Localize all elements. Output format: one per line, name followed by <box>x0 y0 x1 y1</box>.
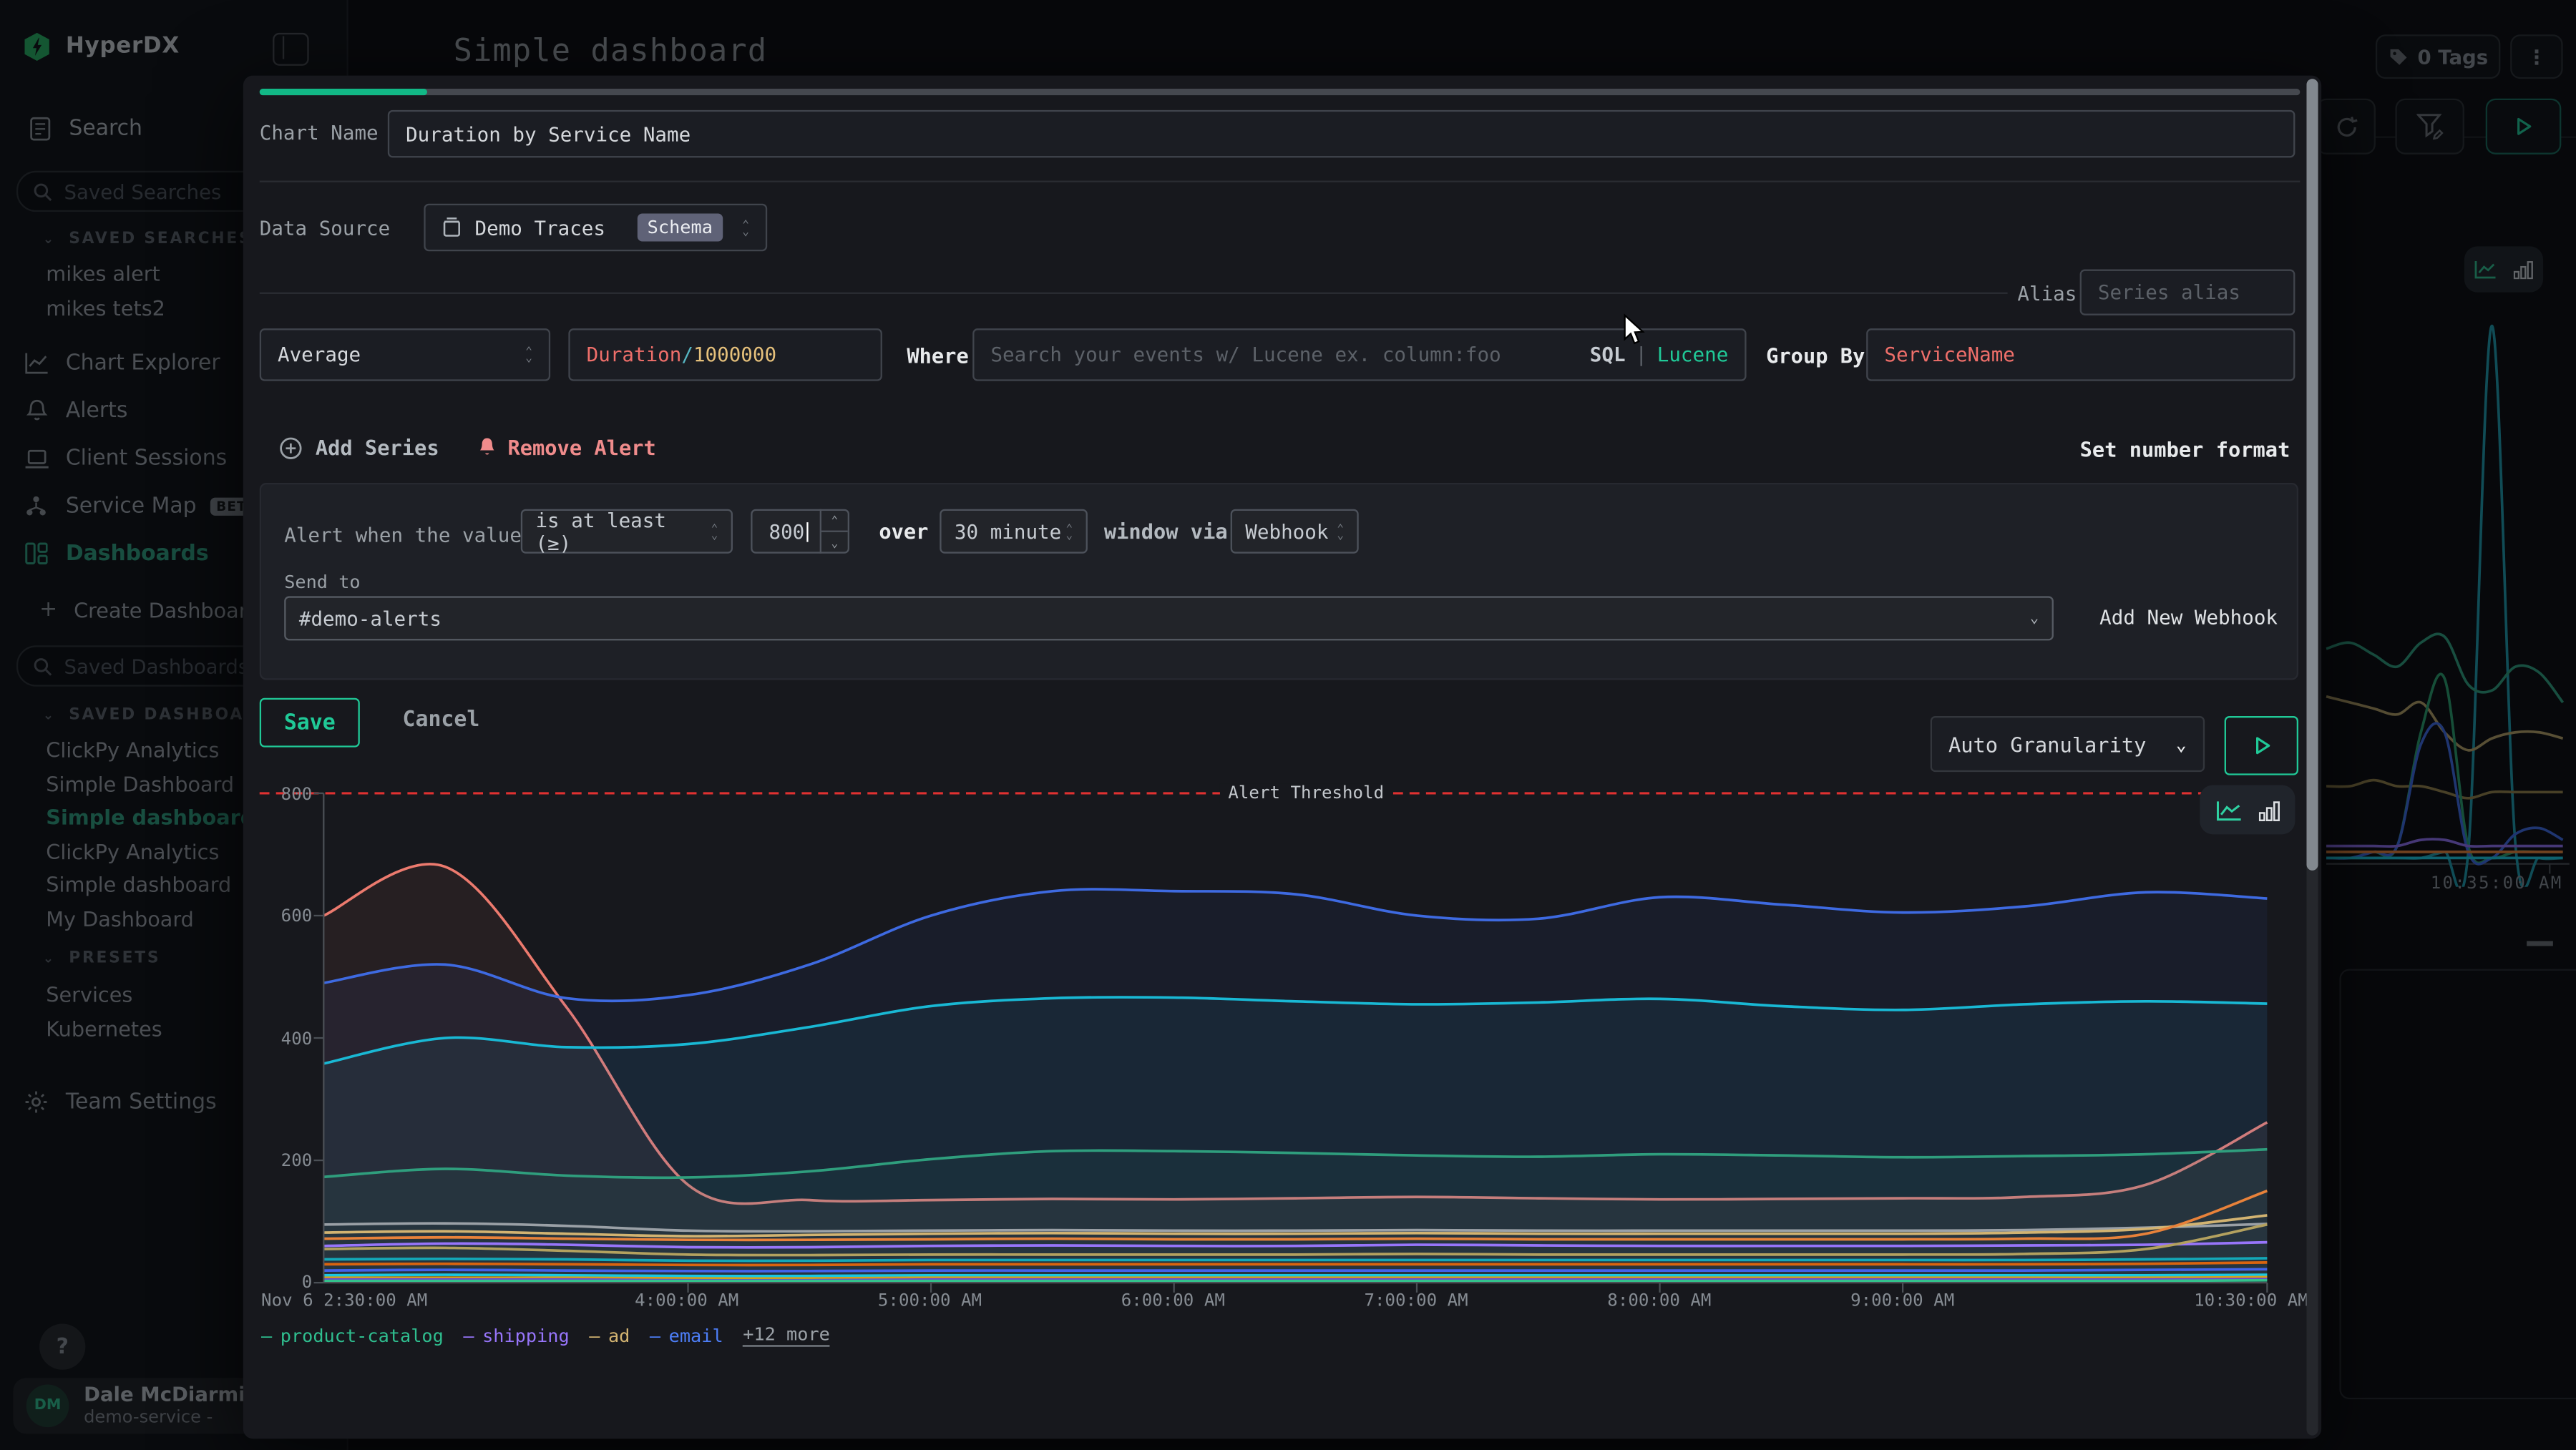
x-axis-tick: 6:00:00 AM <box>1121 1291 1225 1311</box>
data-source-select[interactable]: Demo Traces Schema ⌃⌄ <box>424 204 767 252</box>
x-axis-tick: Nov 6 2:30:00 AM <box>261 1291 427 1311</box>
chevron-updown-icon: ⌃⌄ <box>711 525 718 538</box>
y-axis-tick: 0 <box>263 1273 312 1293</box>
y-axis-tick: 400 <box>263 1030 312 1050</box>
app-root: HyperDX Search Saved Searches ⌄ SAVED SE… <box>0 0 2576 1450</box>
aggregation-select[interactable]: Average ⌃⌄ <box>260 328 550 381</box>
remove-alert-button[interactable]: Remove Alert <box>478 435 656 459</box>
alert-channel-select[interactable]: Webhook ⌃⌄ <box>1231 509 1359 554</box>
chevron-updown-icon: ⌃⌄ <box>1337 525 1344 538</box>
alert-threshold-input[interactable]: 800 ⌃ ⌄ <box>751 509 849 554</box>
group-by-label: Group By <box>1766 343 1865 368</box>
language-toggle[interactable]: SQL | Lucene <box>1590 343 1729 366</box>
data-source-label: Data Source <box>260 217 390 240</box>
x-axis-tick: 5:00:00 AM <box>878 1291 982 1311</box>
send-to-label: Send to <box>284 572 360 593</box>
stepper-down-icon[interactable]: ⌄ <box>821 532 848 554</box>
legend-swatch: — <box>261 1325 272 1346</box>
schema-badge: Schema <box>638 213 723 241</box>
legend-more-button[interactable]: +12 more <box>743 1324 830 1347</box>
add-new-webhook-button[interactable]: Add New Webhook <box>2099 606 2278 629</box>
alert-threshold-label: Alert Threshold <box>1220 783 1392 803</box>
chevron-down-icon: ⌄ <box>2176 733 2187 755</box>
cancel-button[interactable]: Cancel <box>403 708 480 733</box>
legend-swatch: — <box>589 1325 600 1346</box>
bell-icon <box>478 437 496 459</box>
webhook-select[interactable]: #demo-alerts ⌄ <box>284 596 2054 640</box>
x-axis-tick: 8:00:00 AM <box>1607 1291 1711 1311</box>
series-alias-input[interactable]: Series alias <box>2080 270 2296 315</box>
alert-window-select[interactable]: 30 minute ⌃⌄ <box>940 509 1088 554</box>
plus-circle-icon <box>279 436 302 459</box>
modal-scrollbar-thumb[interactable] <box>2306 79 2318 871</box>
y-axis-tick: 200 <box>263 1151 312 1171</box>
save-button[interactable]: Save <box>260 698 360 748</box>
modal-scrollbar[interactable] <box>2306 79 2318 1435</box>
x-axis-tick: 10:30:00 AM <box>2194 1291 2308 1311</box>
chart-type-toggle[interactable] <box>2200 785 2295 834</box>
legend-swatch: — <box>463 1325 474 1346</box>
chart-name-label: Chart Name <box>260 122 379 144</box>
preview-chart[interactable] <box>243 782 2305 1324</box>
sql-toggle[interactable]: SQL <box>1590 343 1626 366</box>
window-via-label: window via <box>1104 519 1228 544</box>
chevron-updown-icon: ⌃⌄ <box>525 348 532 361</box>
expression-input[interactable]: Duration/1000000 <box>568 328 882 381</box>
database-icon <box>442 217 462 238</box>
y-axis-tick: 800 <box>263 785 312 805</box>
legend-item[interactable]: —shipping <box>463 1325 569 1346</box>
number-stepper[interactable]: ⌃ ⌄ <box>820 509 848 554</box>
lucene-toggle[interactable]: Lucene <box>1657 343 1729 366</box>
alert-condition-select[interactable]: is at least (≥) ⌃⌄ <box>521 509 733 554</box>
line-chart-icon <box>2215 799 2242 820</box>
stepper-up-icon[interactable]: ⌃ <box>821 509 848 532</box>
chart-name-input[interactable]: Duration by Service Name <box>388 110 2296 158</box>
mouse-cursor <box>1623 314 1646 347</box>
x-axis-tick: 9:00:00 AM <box>1850 1291 1954 1311</box>
x-axis-tick: 7:00:00 AM <box>1365 1291 1468 1311</box>
granularity-slider-fill <box>260 89 427 95</box>
legend-swatch: — <box>650 1325 660 1346</box>
alert-prefix-label: Alert when the value <box>284 524 522 547</box>
legend-item[interactable]: —ad <box>589 1325 630 1346</box>
run-chart-button[interactable] <box>2225 716 2298 775</box>
chevron-down-icon: ⌄ <box>2030 610 2039 627</box>
set-number-format-button[interactable]: Set number format <box>2080 437 2290 461</box>
where-placeholder: Search your events w/ Lucene ex. column:… <box>990 343 1501 366</box>
y-axis-tick: 600 <box>263 906 312 926</box>
granularity-slider-track[interactable] <box>260 89 2301 95</box>
chevron-updown-icon: ⌃⌄ <box>1066 525 1073 538</box>
alias-label: Alias <box>2017 283 2077 305</box>
group-by-input[interactable]: ServiceName <box>1866 328 2295 381</box>
over-label: over <box>879 519 928 544</box>
chevron-updown-icon: ⌃⌄ <box>742 221 749 234</box>
legend-item[interactable]: —product-catalog <box>261 1325 444 1346</box>
where-label: Where <box>907 343 968 368</box>
add-series-button[interactable]: Add Series <box>279 435 439 459</box>
bar-chart-icon <box>2258 799 2280 820</box>
chart-legend: —product-catalog —shipping —ad —email +1… <box>261 1324 830 1347</box>
text-caret <box>806 521 808 542</box>
granularity-select[interactable]: Auto Granularity ⌄ <box>1931 716 2205 772</box>
play-icon <box>2252 736 2272 756</box>
edit-chart-modal: Chart Name Duration by Service Name Data… <box>243 76 2321 1439</box>
alert-config-panel: Alert when the value is at least (≥) ⌃⌄ … <box>260 483 2298 680</box>
x-axis-tick: 4:00:00 AM <box>635 1291 738 1311</box>
legend-item[interactable]: —email <box>650 1325 723 1346</box>
